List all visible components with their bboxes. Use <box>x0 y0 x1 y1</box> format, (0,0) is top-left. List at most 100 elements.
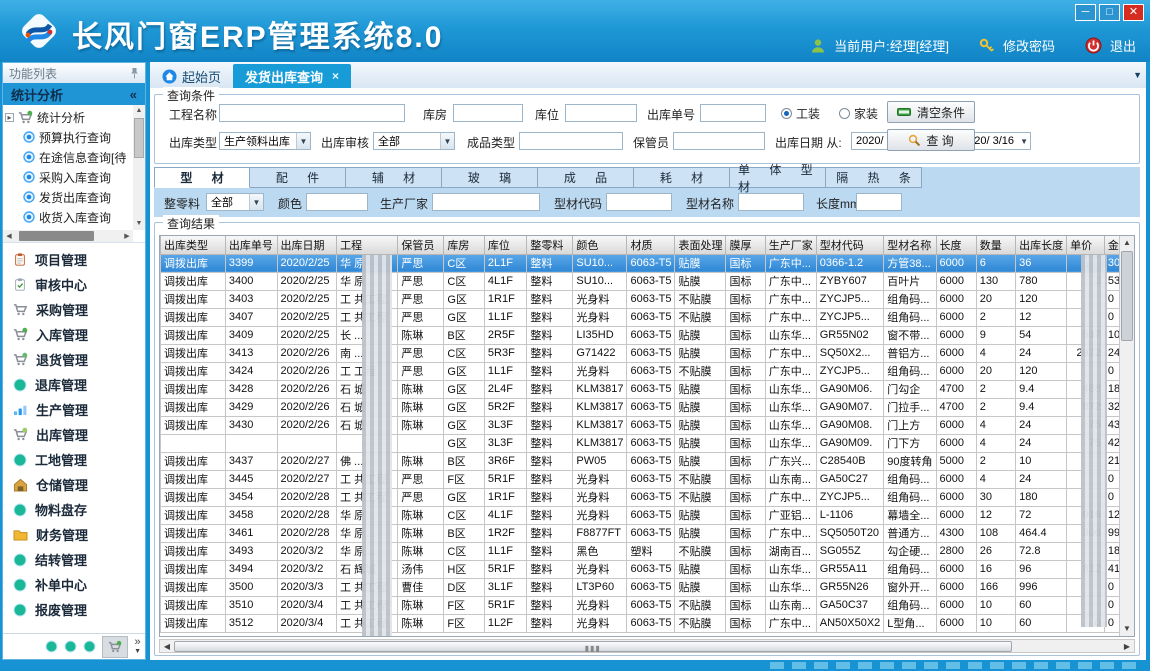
overflow-chevron[interactable]: » ▼ <box>134 638 141 656</box>
table-row[interactable]: G区3L3F整料KLM38176063-T5贴膜国标山东华...GA90M09.… <box>161 434 1134 452</box>
column-header[interactable]: 单价 <box>1067 236 1105 254</box>
table-row[interactable]: 调拨出库34092020/2/25长 ...陈琳B区2R5F整料LI35HD60… <box>161 326 1134 344</box>
table-row[interactable]: 调拨出库34582020/2/28华 原...陈琳C区4L1F整料光身料6063… <box>161 506 1134 524</box>
material-tab[interactable]: 单 体 型 材 <box>730 167 826 188</box>
column-header[interactable]: 整零料 <box>527 236 573 254</box>
scroll-right-icon[interactable]: ▶ <box>121 232 133 240</box>
sidebar-item-工地管理[interactable]: 工地管理 <box>3 447 145 472</box>
tree-item[interactable]: 预算执行查询 <box>5 127 133 147</box>
sidebar-item-出库管理[interactable]: 出库管理 <box>3 422 145 447</box>
order-no-input[interactable] <box>700 104 766 122</box>
material-tab[interactable]: 配 件 <box>250 167 346 188</box>
sidebar-item-审核中心[interactable]: 审核中心 <box>3 272 145 297</box>
sidebar-item-退货管理[interactable]: 退货管理 <box>3 347 145 372</box>
sidebar-item-入库管理[interactable]: 入库管理 <box>3 322 145 347</box>
column-header[interactable]: 材质 <box>627 236 675 254</box>
sidebar-item-结转管理[interactable]: 结转管理 <box>3 547 145 572</box>
column-header[interactable]: 工程 <box>337 236 398 254</box>
sidebar-item-财务管理[interactable]: 财务管理 <box>3 522 145 547</box>
column-header[interactable]: 数量 <box>976 236 1015 254</box>
product-type-input[interactable] <box>519 132 623 150</box>
sidebar-item-报废管理[interactable]: 报废管理 <box>3 597 145 622</box>
column-header[interactable]: 颜色 <box>573 236 627 254</box>
profile-name-input[interactable] <box>738 193 804 211</box>
change-password-link[interactable]: 修改密码 <box>1003 36 1055 55</box>
tab-close-icon[interactable]: × <box>332 69 339 83</box>
table-row[interactable]: 调拨出库34072020/2/25工 共工程严思G区1L1F整料光身料6063-… <box>161 308 1134 326</box>
scroll-left-icon[interactable]: ◀ <box>160 642 174 651</box>
tab-list-caret-icon[interactable]: ▼ <box>1133 70 1142 80</box>
material-tab[interactable]: 成 品 <box>538 167 634 188</box>
material-tab[interactable]: 玻 璃 <box>442 167 538 188</box>
circle-icon[interactable] <box>45 640 58 653</box>
circle-icon[interactable] <box>83 640 96 653</box>
maximize-button[interactable]: □ <box>1099 4 1120 21</box>
scrollbar-thumb[interactable] <box>134 118 144 158</box>
logout-button[interactable]: 退出 <box>1110 36 1136 55</box>
column-header[interactable]: 库位 <box>484 236 526 254</box>
tree-horizontal-scrollbar[interactable]: ◀ ▶ <box>3 230 133 242</box>
table-row[interactable]: 调拨出库34612020/2/28华 原...陈琳B区1R2F整料F8877FT… <box>161 524 1134 542</box>
tree-expander-icon[interactable]: ▸ <box>5 113 14 122</box>
tab-active[interactable]: 发货出库查询× <box>233 64 351 88</box>
warehouse-input[interactable] <box>453 104 523 122</box>
table-row[interactable]: 调拨出库35122020/3/4工 共工程陈琳F区1L2F整料光身料6063-T… <box>161 614 1134 632</box>
sidebar-section-header[interactable]: 统计分析 « <box>3 83 145 105</box>
cart-button[interactable] <box>102 636 128 658</box>
table-row[interactable]: 调拨出库33992020/2/25华 原...严思C区2L1F整料SU10...… <box>161 254 1134 272</box>
sidebar-splitter[interactable] <box>146 62 150 660</box>
column-header[interactable]: 出库长度 <box>1016 236 1067 254</box>
table-row[interactable]: 调拨出库34032020/2/25工 共工程严思G区1R1F整料光身料6063-… <box>161 290 1134 308</box>
column-header[interactable]: 库房 <box>444 236 484 254</box>
audit-combo[interactable]: 全部▼ <box>373 132 455 150</box>
tree-item[interactable]: 收货入库查询 <box>5 207 133 227</box>
scrollbar-thumb[interactable] <box>19 231 94 241</box>
minimize-button[interactable]: ─ <box>1075 4 1096 21</box>
radio-gongzhuang[interactable]: 工装 <box>781 105 820 122</box>
table-row[interactable]: 调拨出库34452020/2/27工 共工程严思F区5R1F整料光身料6063-… <box>161 470 1134 488</box>
sidebar-item-退库管理[interactable]: 退库管理 <box>3 372 145 397</box>
table-row[interactable]: 调拨出库34942020/3/2石 辉城汤伟H区5R1F整料光身料6063-T5… <box>161 560 1134 578</box>
clear-conditions-button[interactable]: 清空条件 <box>887 101 975 123</box>
table-row[interactable]: 调拨出库34002020/2/25华 原...严思C区4L1F整料SU10...… <box>161 272 1134 290</box>
table-row[interactable]: 调拨出库34132020/2/26南 ...严思C区5R3F整料G7142260… <box>161 344 1134 362</box>
column-header[interactable]: 型材代码 <box>816 236 884 254</box>
column-header[interactable]: 型材名称 <box>884 236 936 254</box>
scroll-right-icon[interactable]: ▶ <box>1120 642 1134 651</box>
grid-vertical-scrollbar[interactable]: ▲ ▼ <box>1119 236 1134 636</box>
location-input[interactable] <box>565 104 637 122</box>
material-tab[interactable]: 耗 材 <box>634 167 730 188</box>
keeper-input[interactable] <box>673 132 765 150</box>
material-tab[interactable]: 辅 材 <box>346 167 442 188</box>
project-name-input[interactable] <box>219 104 405 122</box>
column-header[interactable]: 出库日期 <box>277 236 337 254</box>
scroll-up-icon[interactable]: ▲ <box>1120 236 1134 250</box>
profile-code-input[interactable] <box>606 193 672 211</box>
sidebar-item-补单中心[interactable]: 补单中心 <box>3 572 145 597</box>
scroll-left-icon[interactable]: ◀ <box>3 232 15 240</box>
close-button[interactable]: ✕ <box>1123 4 1144 21</box>
sidebar-item-项目管理[interactable]: 项目管理 <box>3 247 145 272</box>
scroll-down-icon[interactable]: ▼ <box>1120 622 1134 636</box>
circle-icon[interactable] <box>64 640 77 653</box>
scroll-up-icon[interactable]: ▲ <box>133 105 145 117</box>
column-header[interactable]: 生产厂家 <box>765 236 816 254</box>
pin-icon[interactable] <box>130 67 139 79</box>
collapse-icon[interactable]: « <box>130 87 137 102</box>
grid-horizontal-scrollbar[interactable]: ◀ ▮▮▮ ▶ <box>159 639 1135 653</box>
table-row[interactable]: 调拨出库34292020/2/26石 城陈琳G区5R2F整料KLM3817606… <box>161 398 1134 416</box>
column-header[interactable]: 出库类型 <box>161 236 226 254</box>
column-header[interactable]: 膜厚 <box>726 236 765 254</box>
sidebar-item-仓储管理[interactable]: 仓储管理 <box>3 472 145 497</box>
tree-vertical-scrollbar[interactable]: ▲ ▼ <box>133 105 145 230</box>
column-header[interactable]: 出库单号 <box>225 236 277 254</box>
scroll-down-icon[interactable]: ▼ <box>133 218 145 230</box>
maker-input[interactable] <box>432 193 540 211</box>
table-row[interactable]: 调拨出库34932020/3/2华 原...陈琳C区1L1F整料黑色塑料不贴膜国… <box>161 542 1134 560</box>
table-row[interactable]: 调拨出库35102020/3/4工 共工程陈琳F区5R1F整料光身料6063-T… <box>161 596 1134 614</box>
scrollbar-thumb[interactable]: ▮▮▮ <box>174 641 1012 652</box>
sidebar-item-生产管理[interactable]: 生产管理 <box>3 397 145 422</box>
color-input[interactable] <box>306 193 368 211</box>
material-tab[interactable]: 型 材 <box>154 167 250 188</box>
zero-part-combo[interactable]: 全部▼ <box>206 193 264 211</box>
